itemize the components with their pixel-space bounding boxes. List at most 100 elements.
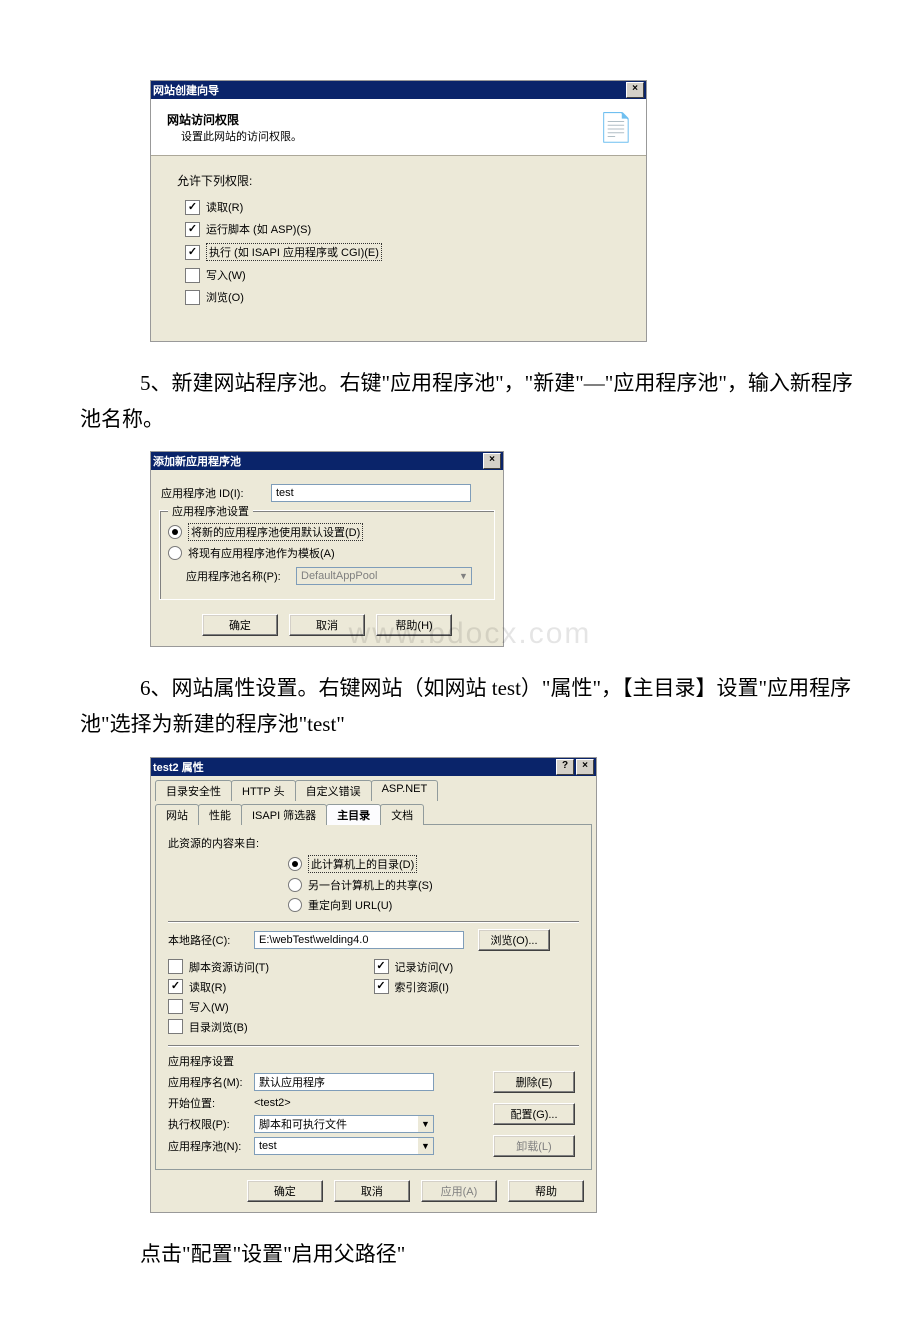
step6-paragraph: 6、网站属性设置。右键网站（如网站 test）"属性"，【主目录】设置"应用程序… — [80, 671, 860, 742]
title-text: 添加新应用程序池 — [153, 453, 241, 469]
default-settings-label: 将新的应用程序池使用默认设置(D) — [188, 523, 363, 541]
tab-home-dir[interactable]: 主目录 — [326, 804, 381, 825]
wizard-header-title: 网站访问权限 — [167, 111, 302, 128]
redirect-radio[interactable] — [288, 898, 302, 912]
wizard-icon: 📄 — [596, 107, 636, 147]
tab-custom-errors[interactable]: 自定义错误 — [295, 780, 372, 801]
exec-perm-label: 执行权限(P): — [168, 1116, 254, 1132]
write-label: 写入(W) — [206, 267, 246, 283]
app-pool-value: test — [254, 1137, 418, 1155]
pool-name-label: 应用程序池名称(P): — [168, 568, 296, 584]
config-button[interactable]: 配置(G)... — [493, 1103, 575, 1125]
title-bar: 网站创建向导 × — [151, 81, 646, 99]
app-name-label: 应用程序名(M): — [168, 1074, 254, 1090]
pool-name-value: DefaultAppPool — [296, 567, 456, 585]
step7-paragraph: 点击"配置"设置"启用父路径" — [80, 1237, 860, 1273]
title-text: 网站创建向导 — [153, 82, 219, 98]
chevron-down-icon[interactable]: ▼ — [418, 1137, 434, 1155]
template-settings-label: 将现有应用程序池作为模板(A) — [188, 545, 335, 561]
chevron-down-icon: ▼ — [456, 567, 472, 585]
app-section-label: 应用程序设置 — [168, 1053, 579, 1069]
exec-perm-value: 脚本和可执行文件 — [254, 1115, 418, 1133]
execute-checkbox[interactable] — [185, 245, 200, 260]
scripts-checkbox[interactable] — [185, 222, 200, 237]
local-path-input[interactable]: E:\webTest\welding4.0 — [254, 931, 464, 949]
remove-button[interactable]: 删除(E) — [493, 1071, 575, 1093]
pool-settings-group: 应用程序池设置 将新的应用程序池使用默认设置(D) 将现有应用程序池作为模板(A… — [159, 510, 495, 600]
tab-documents[interactable]: 文档 — [380, 804, 424, 825]
local-path-label: 本地路径(C): — [168, 932, 254, 948]
write-checkbox[interactable] — [185, 268, 200, 283]
dir-browse-label: 目录浏览(B) — [189, 1019, 248, 1035]
tab-performance[interactable]: 性能 — [198, 804, 242, 825]
script-src-label: 脚本资源访问(T) — [189, 959, 269, 975]
add-app-pool-dialog: 添加新应用程序池 × 应用程序池 ID(I): test 应用程序池设置 将新的… — [150, 451, 504, 647]
tab-dir-security[interactable]: 目录安全性 — [155, 780, 232, 801]
allow-permissions-label: 允许下列权限: — [177, 172, 620, 189]
close-icon[interactable]: × — [576, 759, 594, 775]
help-icon[interactable]: ? — [556, 759, 574, 775]
browse-checkbox[interactable] — [185, 290, 200, 305]
share-radio[interactable] — [288, 878, 302, 892]
start-value: <test2> — [254, 1097, 291, 1109]
unload-button[interactable]: 卸载(L) — [493, 1135, 575, 1157]
browse-label: 浏览(O) — [206, 289, 244, 305]
share-label: 另一台计算机上的共享(S) — [308, 877, 433, 893]
title-bar: 添加新应用程序池 × — [151, 452, 503, 470]
local-dir-label: 此计算机上的目录(D) — [308, 855, 417, 873]
start-label: 开始位置: — [168, 1095, 254, 1111]
write-label: 写入(W) — [189, 999, 229, 1015]
group-title: 应用程序池设置 — [168, 503, 253, 519]
log-checkbox[interactable] — [374, 959, 389, 974]
index-checkbox[interactable] — [374, 979, 389, 994]
template-settings-radio[interactable] — [168, 546, 182, 560]
tabs-row1: 目录安全性 HTTP 头 自定义错误 ASP.NET — [151, 776, 596, 800]
tab-website[interactable]: 网站 — [155, 804, 199, 825]
title-text: test2 属性 — [153, 759, 204, 775]
site-properties-dialog: test2 属性 ? × 目录安全性 HTTP 头 自定义错误 ASP.NET … — [150, 757, 597, 1213]
tab-isapi[interactable]: ISAPI 筛选器 — [241, 804, 327, 825]
apply-button[interactable]: 应用(A) — [421, 1180, 497, 1202]
help-button[interactable]: 帮助(H) — [376, 614, 452, 636]
script-src-checkbox[interactable] — [168, 959, 183, 974]
redirect-label: 重定向到 URL(U) — [308, 897, 392, 913]
wizard-header: 网站访问权限 设置此网站的访问权限。 📄 — [151, 99, 646, 156]
content-source-label: 此资源的内容来自: — [168, 835, 579, 851]
close-icon[interactable]: × — [483, 453, 501, 469]
app-pool-combo[interactable]: test ▼ — [254, 1137, 434, 1155]
pool-id-label: 应用程序池 ID(I): — [161, 485, 271, 501]
home-dir-page: 此资源的内容来自: 此计算机上的目录(D) 另一台计算机上的共享(S) 重定向到… — [155, 824, 592, 1170]
tab-http-headers[interactable]: HTTP 头 — [231, 780, 296, 801]
chevron-down-icon[interactable]: ▼ — [418, 1115, 434, 1133]
default-settings-radio[interactable] — [168, 525, 182, 539]
app-name-input[interactable]: 默认应用程序 — [254, 1073, 434, 1091]
read-label: 读取(R) — [189, 979, 226, 995]
cancel-button[interactable]: 取消 — [334, 1180, 410, 1202]
pool-id-input[interactable]: test — [271, 484, 471, 502]
website-wizard-dialog: 网站创建向导 × 网站访问权限 设置此网站的访问权限。 📄 允许下列权限: 读取… — [150, 80, 647, 342]
wizard-header-subtitle: 设置此网站的访问权限。 — [167, 128, 302, 144]
browse-button[interactable]: 浏览(O)... — [478, 929, 550, 951]
read-checkbox[interactable] — [168, 979, 183, 994]
ok-button[interactable]: 确定 — [247, 1180, 323, 1202]
cancel-button[interactable]: 取消 — [289, 614, 365, 636]
help-button[interactable]: 帮助 — [508, 1180, 584, 1202]
scripts-label: 运行脚本 (如 ASP)(S) — [206, 221, 311, 237]
tab-aspnet[interactable]: ASP.NET — [371, 780, 439, 801]
write-checkbox[interactable] — [168, 999, 183, 1014]
index-label: 索引资源(I) — [395, 979, 449, 995]
exec-perm-combo[interactable]: 脚本和可执行文件 ▼ — [254, 1115, 434, 1133]
close-icon[interactable]: × — [626, 82, 644, 98]
step5-paragraph: 5、新建网站程序池。右键"应用程序池"，"新建"—"应用程序池"，输入新程序池名… — [80, 366, 860, 437]
local-dir-radio[interactable] — [288, 857, 302, 871]
read-label: 读取(R) — [206, 199, 243, 215]
read-checkbox[interactable] — [185, 200, 200, 215]
tabs-row2: 网站 性能 ISAPI 筛选器 主目录 文档 — [151, 800, 596, 824]
app-pool-label: 应用程序池(N): — [168, 1138, 254, 1154]
execute-label: 执行 (如 ISAPI 应用程序或 CGI)(E) — [206, 243, 382, 261]
log-label: 记录访问(V) — [395, 959, 454, 975]
title-bar: test2 属性 ? × — [151, 758, 596, 776]
pool-name-combo: DefaultAppPool ▼ — [296, 567, 472, 585]
dir-browse-checkbox[interactable] — [168, 1019, 183, 1034]
ok-button[interactable]: 确定 — [202, 614, 278, 636]
